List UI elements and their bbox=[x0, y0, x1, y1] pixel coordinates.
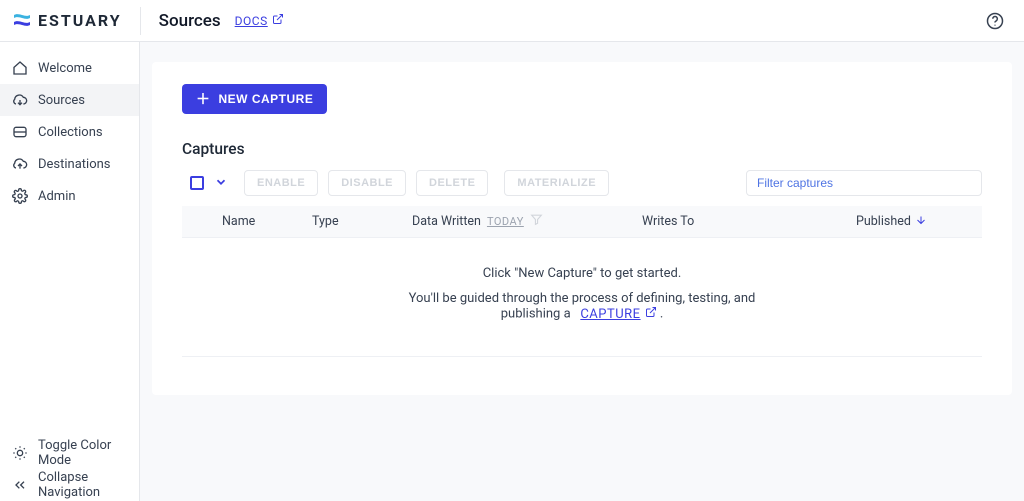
home-icon bbox=[12, 60, 28, 76]
new-capture-label: NEW CAPTURE bbox=[219, 92, 314, 106]
sidebar-item-label: Welcome bbox=[38, 61, 92, 76]
table-header-row: Name Type Data Written TODAY Writes To P… bbox=[182, 206, 982, 238]
sidebar-item-label: Sources bbox=[38, 93, 85, 108]
col-name[interactable]: Name bbox=[218, 214, 308, 229]
toggle-color-mode[interactable]: Toggle Color Mode bbox=[0, 437, 139, 469]
header-divider bbox=[140, 7, 141, 35]
empty-line-2: You'll be guided through the process of … bbox=[202, 291, 962, 322]
sidebar-item-destinations[interactable]: Destinations bbox=[0, 148, 139, 180]
disable-button[interactable]: DISABLE bbox=[328, 170, 406, 196]
brand-name: ESTUARY bbox=[38, 11, 122, 30]
plus-icon: ＋ bbox=[196, 92, 211, 106]
cloud-download-icon bbox=[12, 92, 28, 108]
empty-line-1: Click "New Capture" to get started. bbox=[202, 266, 962, 281]
main-content: ＋ NEW CAPTURE Captures ENABLE DISABLE DE… bbox=[140, 42, 1024, 501]
sidebar: Welcome Sources Collections bbox=[0, 42, 140, 501]
materialize-button[interactable]: MATERIALIZE bbox=[504, 170, 609, 196]
gear-icon bbox=[12, 188, 28, 204]
sidebar-item-label: Destinations bbox=[38, 157, 111, 172]
question-icon bbox=[986, 12, 1004, 30]
sidebar-bottom-label: Collapse Navigation bbox=[38, 470, 127, 500]
sidebar-item-label: Collections bbox=[38, 125, 103, 140]
col-data-written[interactable]: Data Written TODAY bbox=[408, 213, 638, 230]
empty-state: Click "New Capture" to get started. You'… bbox=[182, 238, 982, 357]
collapse-navigation[interactable]: Collapse Navigation bbox=[0, 469, 139, 501]
select-menu-chevron[interactable] bbox=[214, 174, 228, 193]
chevrons-left-icon bbox=[12, 477, 28, 493]
new-capture-button[interactable]: ＋ NEW CAPTURE bbox=[182, 84, 327, 114]
sidebar-bottom-label: Toggle Color Mode bbox=[38, 438, 127, 468]
col-type[interactable]: Type bbox=[308, 214, 408, 229]
help-button[interactable] bbox=[984, 10, 1006, 32]
chevron-down-icon bbox=[214, 175, 228, 189]
captures-card: ＋ NEW CAPTURE Captures ENABLE DISABLE DE… bbox=[152, 62, 1012, 395]
section-title: Captures bbox=[182, 140, 982, 158]
data-range-link[interactable]: TODAY bbox=[487, 215, 524, 228]
col-writes-to[interactable]: Writes To bbox=[638, 214, 852, 229]
sidebar-item-label: Admin bbox=[38, 189, 76, 204]
captures-toolbar: ENABLE DISABLE DELETE MATERIALIZE bbox=[182, 170, 982, 196]
sidebar-item-sources[interactable]: Sources bbox=[0, 84, 139, 116]
capture-docs-link[interactable]: CAPTURE bbox=[580, 306, 656, 322]
brand-logo[interactable]: ESTUARY bbox=[12, 11, 140, 30]
col-published[interactable]: Published bbox=[852, 214, 982, 230]
sort-desc-icon bbox=[915, 214, 927, 230]
database-icon bbox=[12, 124, 28, 140]
filter-captures-input[interactable] bbox=[746, 170, 982, 196]
docs-link[interactable]: DOCS bbox=[235, 13, 284, 28]
select-all-checkbox[interactable] bbox=[190, 176, 204, 190]
logo-mark-icon bbox=[12, 12, 32, 30]
sidebar-item-admin[interactable]: Admin bbox=[0, 180, 139, 212]
page-title: Sources bbox=[159, 11, 221, 31]
external-link-icon bbox=[272, 13, 284, 28]
sun-icon bbox=[12, 445, 28, 461]
docs-link-label: DOCS bbox=[235, 14, 268, 28]
external-link-icon bbox=[645, 306, 657, 322]
sidebar-item-collections[interactable]: Collections bbox=[0, 116, 139, 148]
delete-button[interactable]: DELETE bbox=[416, 170, 488, 196]
filter-icon[interactable] bbox=[530, 213, 543, 230]
sidebar-item-welcome[interactable]: Welcome bbox=[0, 52, 139, 84]
cloud-upload-icon bbox=[12, 156, 28, 172]
enable-button[interactable]: ENABLE bbox=[244, 170, 318, 196]
app-header: ESTUARY Sources DOCS bbox=[0, 0, 1024, 42]
